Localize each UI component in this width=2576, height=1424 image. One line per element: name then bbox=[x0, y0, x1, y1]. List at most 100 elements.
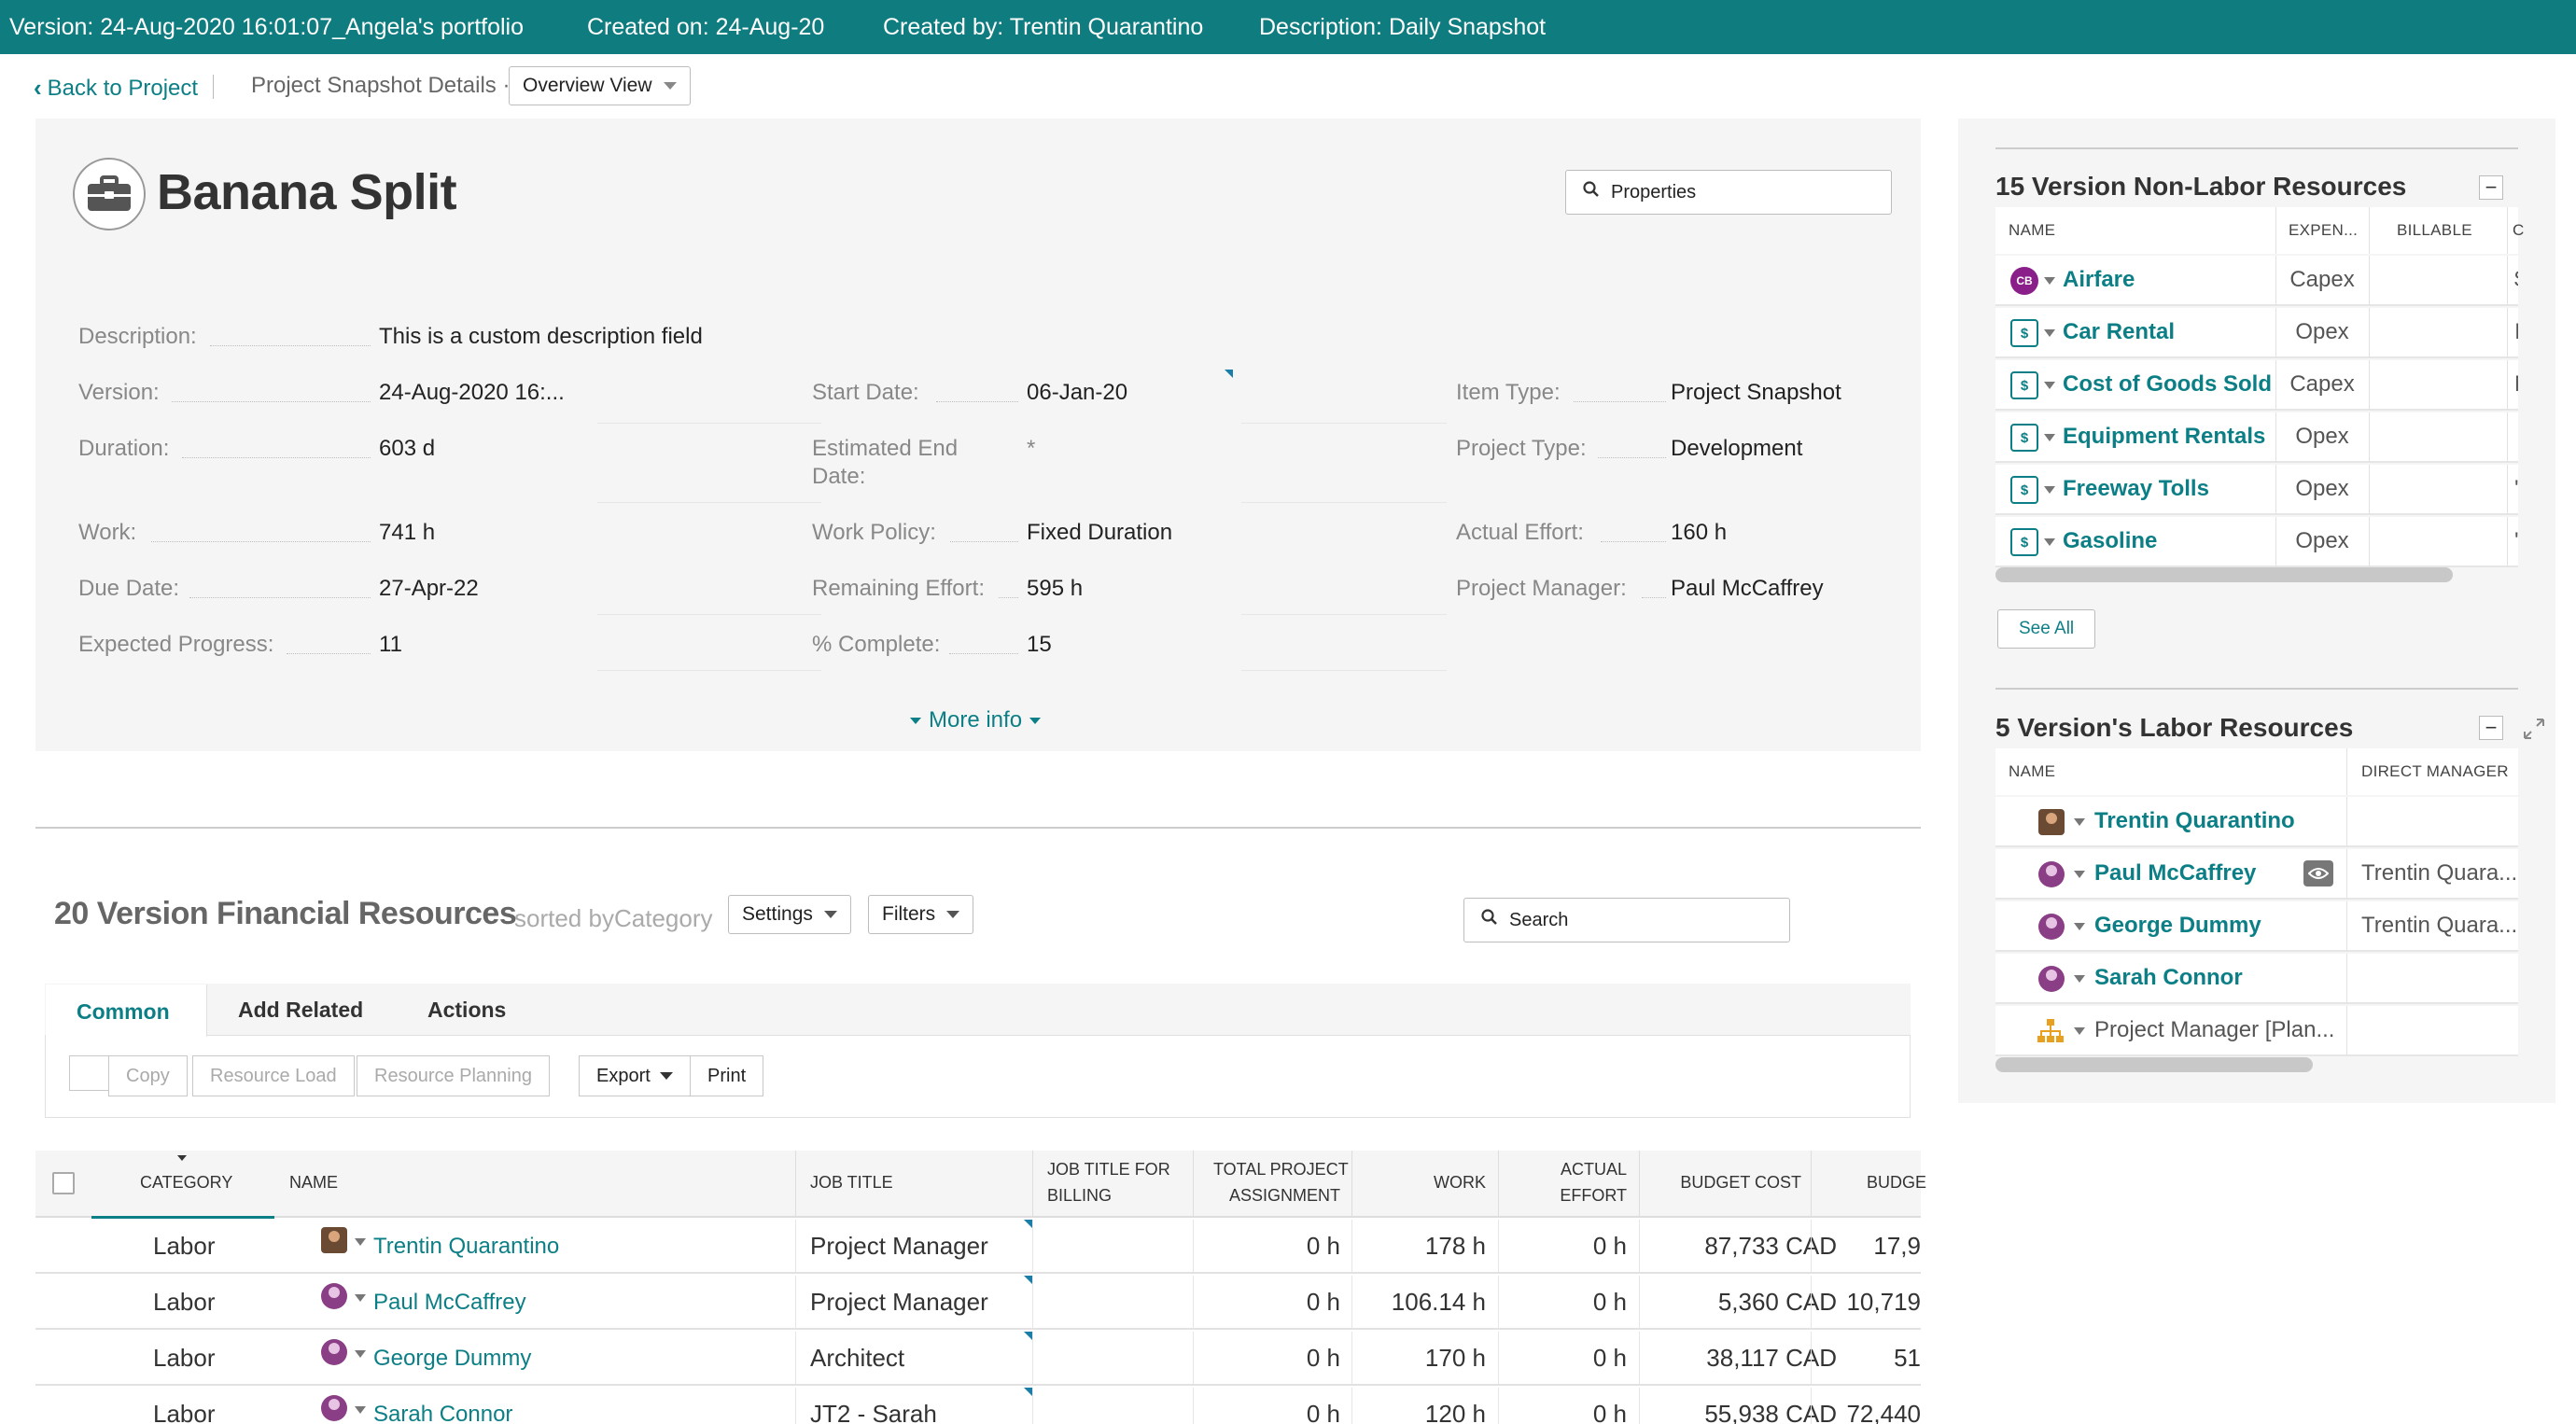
chevron-down-icon[interactable] bbox=[2044, 277, 2055, 285]
dotted-leader bbox=[189, 597, 371, 598]
resource-name-link[interactable]: Paul McCaffrey bbox=[373, 1290, 526, 1316]
chevron-down-icon[interactable] bbox=[2074, 923, 2085, 930]
horizontal-scrollbar[interactable] bbox=[1995, 1057, 2313, 1072]
chevron-down-icon[interactable] bbox=[2074, 975, 2085, 983]
budget-cell: 10,719 bbox=[1846, 1288, 1921, 1316]
view-select[interactable]: Overview View bbox=[509, 66, 691, 105]
chevron-down-icon[interactable] bbox=[2074, 871, 2085, 878]
column-header-name[interactable]: NAME bbox=[2009, 221, 2055, 240]
resource-name-link[interactable]: George Dummy bbox=[2094, 913, 2261, 939]
resource-load-button[interactable]: Resource Load bbox=[192, 1055, 355, 1096]
column-header-budget-more[interactable]: BUDGE bbox=[1867, 1169, 1926, 1195]
breadcrumb-current: Project Snapshot Details · bbox=[251, 73, 511, 98]
chevron-down-icon[interactable] bbox=[355, 1238, 366, 1246]
column-header-billable[interactable]: BILLABLE bbox=[2397, 221, 2472, 240]
resource-planning-button[interactable]: Resource Planning bbox=[357, 1055, 550, 1096]
table-row[interactable]: Labor Sarah Connor JT2 - Sarah 0 h 120 h 0 h 5… bbox=[35, 1388, 1921, 1424]
resource-name-link[interactable]: Trentin Quarantino bbox=[373, 1234, 559, 1260]
horizontal-scrollbar[interactable] bbox=[1995, 567, 2453, 582]
pct-complete-label: % Complete: bbox=[812, 632, 941, 657]
column-header-actual-effort[interactable]: ACTUAL EFFORT bbox=[1540, 1156, 1627, 1208]
chevron-down-icon[interactable] bbox=[355, 1294, 366, 1302]
back-to-project-link[interactable]: ‹ Back to Project bbox=[34, 74, 198, 103]
work-cell: 120 h bbox=[1424, 1400, 1486, 1424]
column-header-expense[interactable]: EXPEN... bbox=[2289, 221, 2358, 240]
column-header-name[interactable]: NAME bbox=[2009, 762, 2055, 781]
resource-name-link[interactable]: Sarah Connor bbox=[373, 1402, 512, 1424]
avatar bbox=[321, 1339, 347, 1365]
table-row[interactable]: Labor Trentin Quarantino Project Manager 0 … bbox=[35, 1220, 1921, 1274]
resource-name-link[interactable]: Trentin Quarantino bbox=[2094, 808, 2295, 834]
more-info-toggle[interactable]: More info bbox=[910, 707, 1042, 733]
collapse-icon[interactable]: − bbox=[2479, 175, 2503, 200]
org-chart-icon bbox=[2037, 1018, 2065, 1049]
filters-button[interactable]: Filters bbox=[868, 895, 974, 934]
export-button[interactable]: Export bbox=[579, 1055, 691, 1096]
resource-name-link[interactable]: Paul McCaffrey bbox=[2094, 860, 2256, 887]
divider bbox=[795, 1388, 796, 1424]
divider bbox=[1639, 1151, 1640, 1218]
copy-button[interactable]: Copy bbox=[108, 1055, 188, 1096]
column-header-work[interactable]: WORK bbox=[1400, 1169, 1486, 1195]
category-cell: Labor bbox=[153, 1400, 216, 1424]
tab-add-related[interactable]: Add Related bbox=[238, 998, 363, 1023]
eye-icon[interactable] bbox=[2303, 860, 2333, 887]
settings-button[interactable]: Settings bbox=[728, 895, 851, 934]
dotted-leader bbox=[287, 653, 371, 654]
column-header-job-title-billing[interactable]: JOB TITLE FOR BILLING bbox=[1047, 1156, 1170, 1208]
column-header-category[interactable]: CATEGORY bbox=[140, 1169, 232, 1195]
chevron-down-icon bbox=[663, 82, 677, 90]
money-resource-icon: $ bbox=[2010, 424, 2038, 452]
dotted-leader bbox=[1642, 597, 1666, 598]
select-toggle[interactable] bbox=[69, 1055, 110, 1091]
properties-search[interactable]: Properties bbox=[1565, 170, 1892, 215]
avatar bbox=[2038, 861, 2065, 887]
tab-actions[interactable]: Actions bbox=[427, 998, 506, 1023]
expand-icon[interactable] bbox=[2522, 717, 2546, 746]
resource-name-link[interactable]: Equipment Rentals bbox=[2063, 424, 2265, 450]
resource-name-link[interactable]: George Dummy bbox=[373, 1346, 531, 1372]
table-row: Project Manager [Plan... bbox=[1995, 1006, 2518, 1056]
chevron-down-icon[interactable] bbox=[2044, 329, 2055, 337]
resource-name-link[interactable]: Airfare bbox=[2063, 267, 2135, 293]
total-assignment-cell: 0 h bbox=[1306, 1344, 1340, 1372]
divider bbox=[1639, 1388, 1640, 1424]
resource-name-link[interactable]: Sarah Connor bbox=[2094, 965, 2243, 991]
resource-name-link[interactable]: Gasoline bbox=[2063, 528, 2157, 554]
column-header-total-assignment[interactable]: TOTAL PROJECT ASSIGNMENT bbox=[1213, 1156, 1349, 1208]
chevron-down-icon[interactable] bbox=[2044, 434, 2055, 441]
print-button[interactable]: Print bbox=[690, 1055, 764, 1096]
chevron-down-icon[interactable] bbox=[2044, 538, 2055, 546]
avatar bbox=[321, 1283, 347, 1309]
chevron-down-icon[interactable] bbox=[355, 1350, 366, 1358]
chevron-down-icon[interactable] bbox=[2044, 382, 2055, 389]
collapse-icon[interactable]: − bbox=[2479, 716, 2503, 740]
see-all-button[interactable]: See All bbox=[1997, 609, 2096, 649]
resource-name-link[interactable]: Cost of Goods Sold bbox=[2063, 371, 2272, 398]
avatar bbox=[2038, 966, 2065, 992]
column-header-more[interactable]: C bbox=[2513, 221, 2525, 240]
chevron-down-icon[interactable] bbox=[2044, 486, 2055, 494]
resource-name-link[interactable]: Freeway Tolls bbox=[2063, 476, 2209, 502]
divider bbox=[597, 423, 821, 424]
sort-field[interactable]: Category bbox=[614, 904, 713, 933]
table-row: Sarah Connor bbox=[1995, 954, 2518, 1004]
column-header-name[interactable]: NAME bbox=[289, 1169, 338, 1195]
financial-search-input[interactable]: Search bbox=[1463, 898, 1790, 942]
total-assignment-cell: 0 h bbox=[1306, 1232, 1340, 1260]
chevron-down-icon[interactable] bbox=[355, 1406, 366, 1414]
column-header-budget-cost[interactable]: BUDGET COST bbox=[1661, 1169, 1801, 1195]
select-all-checkbox[interactable] bbox=[52, 1172, 75, 1194]
table-row[interactable]: Labor Paul McCaffrey Project Manager 0 h 106… bbox=[35, 1276, 1921, 1330]
column-header-job-title[interactable]: JOB TITLE bbox=[810, 1169, 893, 1195]
chevron-down-icon[interactable] bbox=[2074, 818, 2085, 826]
table-row[interactable]: Labor George Dummy Architect 0 h 170 h 0 h 38,… bbox=[35, 1332, 1921, 1386]
resource-name-link[interactable]: Car Rental bbox=[2063, 319, 2175, 345]
divider bbox=[2346, 748, 2347, 795]
column-header-direct-manager[interactable]: DIRECT MANAGER bbox=[2361, 762, 2509, 781]
version-value[interactable]: 24-Aug-2020 16:... bbox=[379, 380, 565, 406]
chevron-down-icon[interactable] bbox=[2074, 1027, 2085, 1035]
work-value: 741 h bbox=[379, 520, 436, 545]
tab-common[interactable]: Common bbox=[46, 984, 207, 1037]
flag-marker-icon bbox=[1024, 1388, 1032, 1396]
